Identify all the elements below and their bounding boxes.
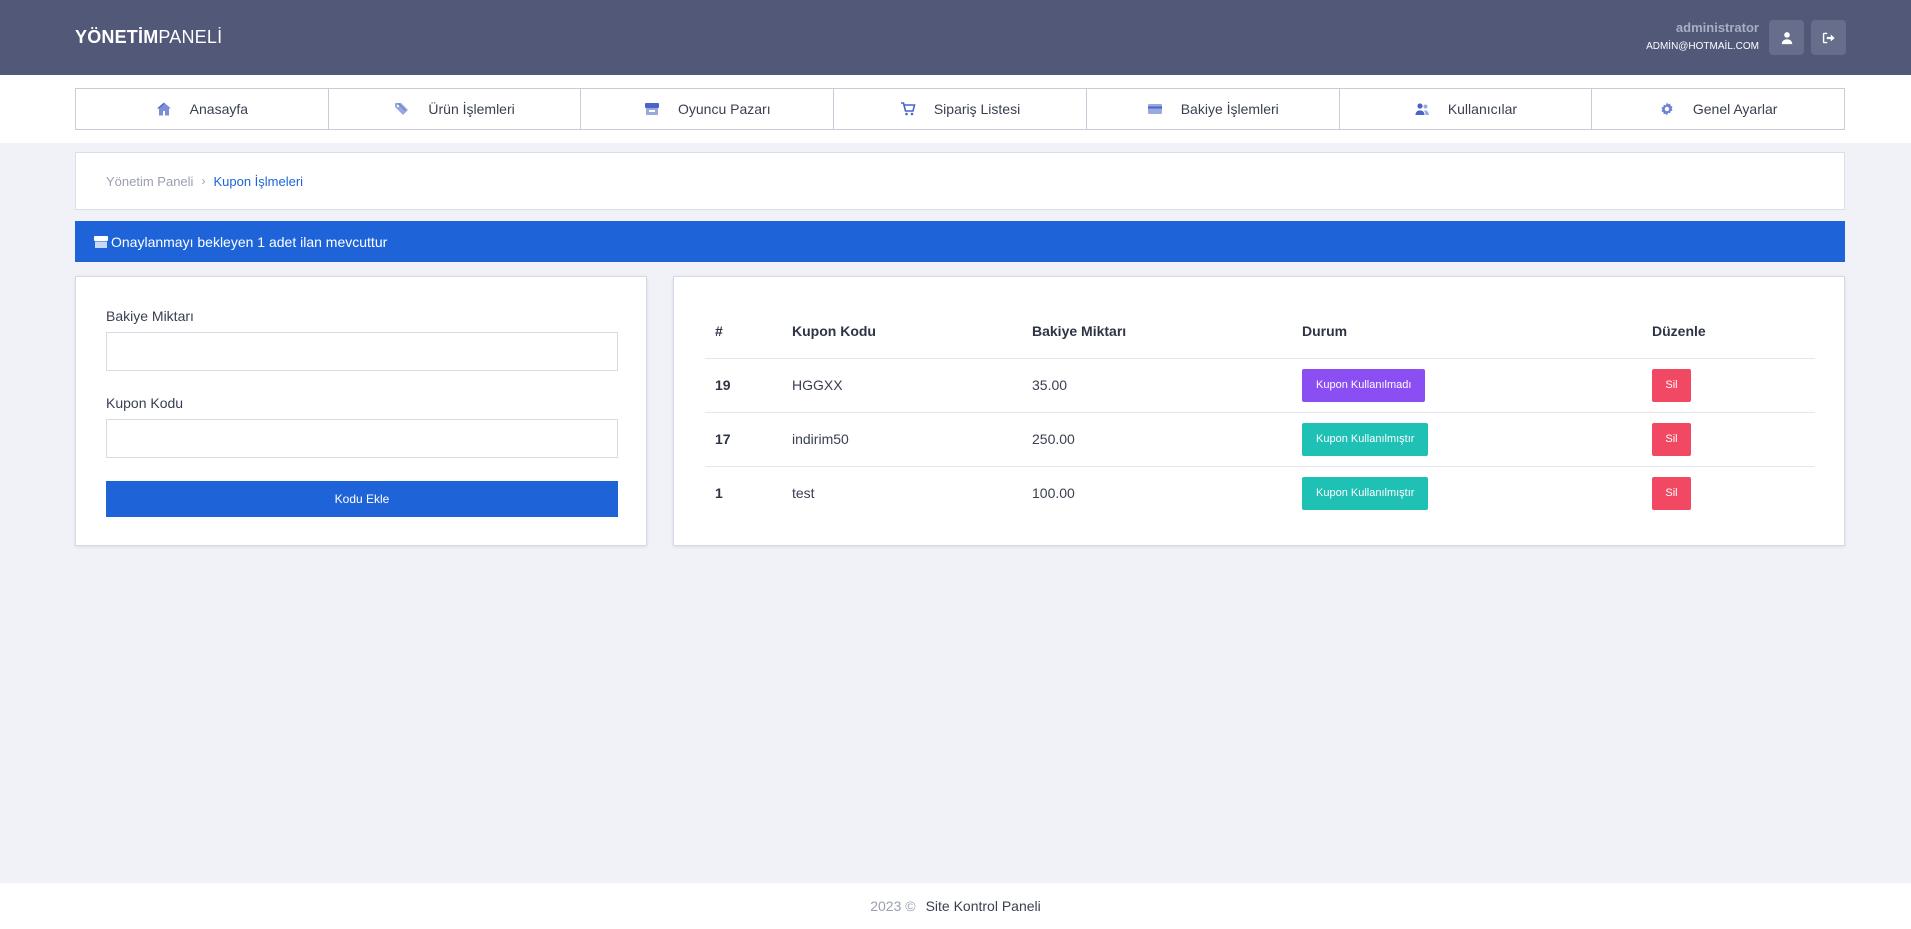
nav-item-anasayfa[interactable]: Anasayfa: [76, 89, 329, 129]
coupon-table-card: # Kupon Kodu Bakiye Miktarı Durum Düzenl…: [673, 276, 1845, 546]
amount-input[interactable]: [106, 332, 618, 371]
gear-icon: [1661, 102, 1673, 116]
nav-label: Ürün İşlemleri: [428, 101, 515, 117]
status-badge[interactable]: Kupon Kullanılmıştır: [1302, 476, 1429, 510]
nav-label: Sipariş Listesi: [933, 101, 1021, 117]
main-nav: Anasayfa Ürün İşlemleri Oyuncu Pazarı Si…: [75, 88, 1845, 130]
status-badge[interactable]: Kupon Kullanılmıştır: [1302, 422, 1429, 456]
add-code-button[interactable]: Kodu Ekle: [106, 481, 618, 517]
coupon-code: HGGXX: [782, 358, 1022, 413]
nav-item-bakiye-islemleri[interactable]: Bakiye İşlemleri: [1087, 89, 1340, 129]
cart-icon: [900, 102, 916, 116]
column-header-id: #: [705, 304, 782, 359]
coupon-amount: 35.00: [1022, 358, 1292, 413]
column-header-status: Durum: [1292, 304, 1642, 359]
home-icon: [156, 102, 171, 116]
coupon-code-input[interactable]: [106, 419, 618, 458]
logout-icon: [1822, 32, 1835, 43]
table-header-row: # Kupon Kodu Bakiye Miktarı Durum Düzenl…: [705, 304, 1815, 359]
table-row: 17 indirim50 250.00 Kupon Kullanılmıştır…: [705, 412, 1815, 467]
nav-item-siparis-listesi[interactable]: Sipariş Listesi: [834, 89, 1087, 129]
nav-label: Kullanıcılar: [1447, 101, 1518, 117]
coupon-code-label: Kupon Kodu: [106, 395, 184, 411]
coupon-status-cell: Kupon Kullanılmadı: [1292, 358, 1642, 413]
tags-icon: [395, 103, 409, 115]
coupon-code: test: [792, 485, 815, 502]
delete-button[interactable]: Sil: [1652, 476, 1691, 510]
nav-label: Bakiye İşlemleri: [1180, 101, 1279, 117]
coupon-id: 19: [705, 358, 782, 413]
footer-site-name[interactable]: Site Kontrol Paneli: [926, 898, 1041, 914]
nav-label: Anasayfa: [189, 101, 249, 117]
user-icon: [1781, 31, 1792, 44]
user-name: administrator: [1675, 20, 1759, 35]
coupon-actions-cell: Sil: [1642, 358, 1815, 413]
logout-button[interactable]: [1811, 20, 1846, 55]
breadcrumb-separator: ›: [201, 174, 206, 188]
delete-button[interactable]: Sil: [1652, 422, 1691, 456]
column-header-code: Kupon Kodu: [782, 304, 1022, 359]
alert-text: Onaylanmayı bekleyen 1 adet ilan mevcutt…: [111, 233, 388, 250]
user-email: ADMİN@HOTMAİL.COM: [1646, 41, 1759, 52]
status-badge[interactable]: Kupon Kullanılmadı: [1302, 368, 1426, 402]
nav-item-kullanicilar[interactable]: Kullanıcılar: [1340, 89, 1593, 129]
profile-button[interactable]: [1769, 20, 1804, 55]
coupon-amount: 100.00: [1032, 485, 1075, 502]
nav-item-urun-islemleri[interactable]: Ürün İşlemleri: [329, 89, 582, 129]
logo[interactable]: YÖNETİMPANELİ: [75, 27, 222, 48]
column-header-edit: Düzenle: [1642, 304, 1815, 359]
coupon-id: 17: [705, 412, 782, 467]
coupon-amount: 250.00: [1022, 412, 1292, 467]
user-info: administrator ADMİN@HOTMAİL.COM: [1646, 20, 1759, 52]
store-icon: [644, 103, 659, 115]
coupon-actions-cell: Sil: [1642, 466, 1815, 520]
nav-label: Genel Ayarlar: [1692, 101, 1778, 117]
breadcrumb-current: Kupon İşlmeleri: [213, 173, 304, 189]
footer: 2023 © Site Kontrol Paneli: [0, 883, 1911, 929]
coupon-status-cell: Kupon Kullanılmıştır: [1292, 412, 1642, 467]
users-icon: [1415, 103, 1429, 115]
coupon-form-card: Bakiye Miktarı Kupon Kodu Kodu Ekle: [75, 276, 647, 546]
nav-item-oyuncu-pazari[interactable]: Oyuncu Pazarı: [581, 89, 835, 129]
store-icon: [94, 235, 108, 248]
table-row: 1 test 100.00 Kupon Kullanılmıştır Sil: [705, 466, 1815, 520]
nav-label: Oyuncu Pazarı: [677, 101, 771, 117]
breadcrumb-home[interactable]: Yönetim Paneli: [106, 174, 193, 189]
coupon-id: 1: [715, 485, 723, 502]
nav-item-genel-ayarlar[interactable]: Genel Ayarlar: [1592, 89, 1844, 129]
pending-listings-alert: Onaylanmayı bekleyen 1 adet ilan mevcutt…: [75, 221, 1845, 262]
coupon-actions-cell: Sil: [1642, 412, 1815, 467]
delete-button[interactable]: Sil: [1652, 368, 1691, 402]
footer-year: 2023 ©: [870, 898, 916, 914]
top-header: YÖNETİMPANELİ administrator ADMİN@HOTMAİ…: [0, 0, 1911, 75]
table-row: 19 HGGXX 35.00 Kupon Kullanılmadı Sil: [705, 358, 1815, 413]
coupon-code: indirim50: [782, 412, 1022, 467]
amount-label: Bakiye Miktarı: [106, 308, 194, 324]
coupon-status-cell: Kupon Kullanılmıştır: [1292, 466, 1642, 520]
breadcrumb: Yönetim Paneli › Kupon İşlmeleri: [75, 152, 1845, 210]
coupon-table: # Kupon Kodu Bakiye Miktarı Durum Düzenl…: [705, 304, 1815, 520]
column-header-amount: Bakiye Miktarı: [1022, 304, 1292, 359]
credit-card-icon: [1147, 104, 1162, 114]
